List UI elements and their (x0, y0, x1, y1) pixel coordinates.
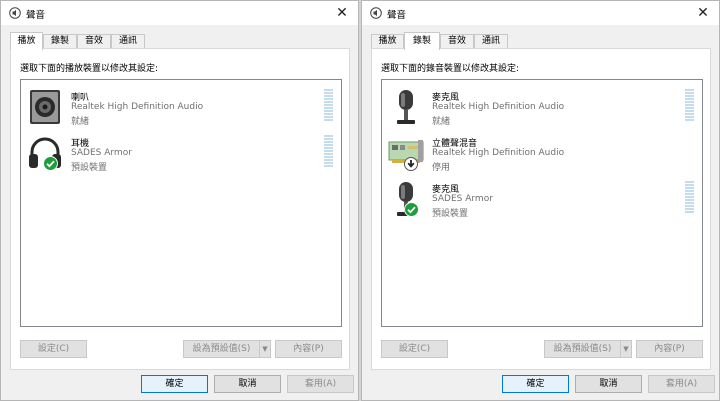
level-meter (685, 89, 694, 121)
device-status: 預設裝置 (71, 163, 108, 173)
chevron-down-icon[interactable]: ▼ (259, 340, 271, 358)
tab-sounds[interactable]: 音效 (77, 34, 111, 49)
speaker-icon (30, 90, 60, 124)
tab-panel: 選取下面的播放裝置以修改其設定: 喇叭 Realtek High Definit… (10, 48, 350, 370)
cancel-button[interactable]: 取消 (214, 375, 281, 393)
set-default-button[interactable]: 設為預設值(S) (544, 340, 621, 358)
list-item[interactable]: 喇叭 Realtek High Definition Audio 就緒 (21, 86, 341, 132)
properties-button[interactable]: 內容(P) (275, 340, 342, 358)
sound-dialog-playback: 聲音 ✕ 播放 錄製 音效 通訊 選取下面的播放裝置以修改其設定: 喇叭 Rea… (0, 0, 359, 401)
configure-button[interactable]: 設定(C) (381, 340, 448, 358)
close-icon[interactable]: ✕ (693, 3, 713, 23)
sound-app-icon (9, 7, 21, 19)
device-driver: Realtek High Definition Audio (71, 102, 204, 112)
list-item[interactable]: 立體聲混音 Realtek High Definition Audio 停用 (382, 132, 702, 178)
ok-button[interactable]: 確定 (141, 375, 208, 393)
set-default-button[interactable]: 設為預設值(S) (183, 340, 260, 358)
apply-button[interactable]: 套用(A) (648, 375, 715, 393)
level-meter (324, 89, 333, 121)
list-item[interactable]: 耳機 SADES Armor 預設裝置 (21, 132, 341, 178)
list-item[interactable]: 麥克風 SADES Armor 預設裝置 (382, 178, 702, 224)
level-meter (324, 135, 333, 167)
device-status: 就緒 (432, 117, 451, 127)
tab-recording[interactable]: 錄製 (404, 32, 440, 50)
microphone-icon (397, 90, 415, 124)
device-status: 就緒 (71, 117, 90, 127)
ok-button[interactable]: 確定 (502, 375, 569, 393)
device-status: 預設裝置 (432, 209, 469, 219)
disabled-arrow-icon (404, 157, 418, 171)
tab-playback[interactable]: 播放 (371, 34, 404, 49)
tab-playback[interactable]: 播放 (10, 32, 43, 50)
tab-sounds[interactable]: 音效 (440, 34, 474, 49)
sound-app-icon (370, 7, 382, 19)
device-driver: Realtek High Definition Audio (432, 148, 565, 158)
window-title: 聲音 (26, 10, 46, 21)
tab-panel: 選取下面的錄音裝置以修改其設定: 麥克風 Realtek High Defini… (371, 48, 711, 370)
configure-button[interactable]: 設定(C) (20, 340, 87, 358)
tab-communications[interactable]: 通訊 (111, 34, 145, 49)
instruction-text: 選取下面的錄音裝置以修改其設定: (381, 64, 520, 74)
default-check-icon (43, 156, 58, 171)
level-meter (685, 181, 694, 213)
device-status: 停用 (432, 163, 451, 173)
sound-dialog-recording: 聲音 ✕ 播放 錄製 音效 通訊 選取下面的錄音裝置以修改其設定: 麥克風 Re… (361, 0, 720, 401)
device-driver: SADES Armor (71, 148, 132, 158)
close-icon[interactable]: ✕ (332, 3, 352, 23)
apply-button[interactable]: 套用(A) (287, 375, 354, 393)
tab-recording[interactable]: 錄製 (43, 34, 77, 49)
chevron-down-icon[interactable]: ▼ (620, 340, 632, 358)
device-driver: Realtek High Definition Audio (432, 102, 565, 112)
properties-button[interactable]: 內容(P) (636, 340, 703, 358)
device-list[interactable]: 麥克風 Realtek High Definition Audio 就緒 立體聲… (381, 79, 703, 327)
tab-communications[interactable]: 通訊 (474, 34, 508, 49)
title-bar[interactable]: 聲音 ✕ (1, 1, 358, 25)
cancel-button[interactable]: 取消 (575, 375, 642, 393)
default-check-icon (404, 202, 419, 217)
instruction-text: 選取下面的播放裝置以修改其設定: (20, 64, 159, 74)
device-list[interactable]: 喇叭 Realtek High Definition Audio 就緒 耳機 S… (20, 79, 342, 327)
device-driver: SADES Armor (432, 194, 493, 204)
window-title: 聲音 (387, 10, 407, 21)
title-bar[interactable]: 聲音 ✕ (362, 1, 719, 25)
list-item[interactable]: 麥克風 Realtek High Definition Audio 就緒 (382, 86, 702, 132)
